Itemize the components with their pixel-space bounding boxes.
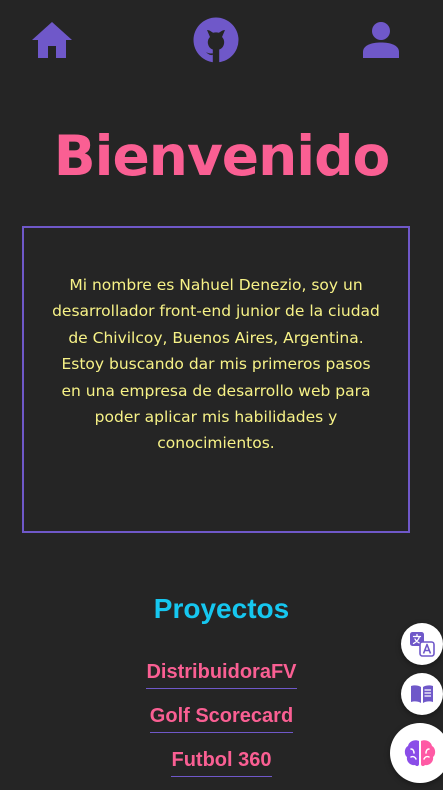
- list-item: Golf Scorecard: [0, 702, 443, 746]
- ai-assistant-button[interactable]: [390, 723, 443, 783]
- reader-icon: [411, 685, 433, 703]
- github-icon[interactable]: [193, 17, 239, 63]
- about-text: Mi nombre es Nahuel Denezio, soy un desa…: [52, 276, 380, 453]
- projects-heading: Proyectos: [153, 593, 290, 624]
- translate-button[interactable]: [401, 623, 443, 665]
- project-link-distribuidorafv[interactable]: DistribuidoraFV: [146, 658, 297, 689]
- user-icon-svg: [363, 22, 399, 58]
- ai-brain-icon: [404, 740, 436, 767]
- project-list: DistribuidoraFV Golf Scorecard Futbol 36…: [0, 658, 443, 790]
- list-item: DistribuidoraFV: [0, 658, 443, 702]
- home-icon-svg: [32, 22, 72, 58]
- about-box: Mi nombre es Nahuel Denezio, soy un desa…: [22, 226, 410, 533]
- user-icon[interactable]: [362, 21, 400, 59]
- project-link-golf-scorecard[interactable]: Golf Scorecard: [149, 702, 294, 733]
- list-item: Futbol 360: [0, 746, 443, 790]
- home-icon[interactable]: [31, 21, 73, 59]
- translate-icon: [410, 632, 435, 657]
- top-nav: [0, 0, 443, 84]
- reader-button[interactable]: [401, 673, 443, 715]
- github-icon-svg: [193, 17, 239, 63]
- project-link-futbol-360[interactable]: Futbol 360: [171, 746, 272, 777]
- page-title: Bienvenido: [53, 124, 391, 188]
